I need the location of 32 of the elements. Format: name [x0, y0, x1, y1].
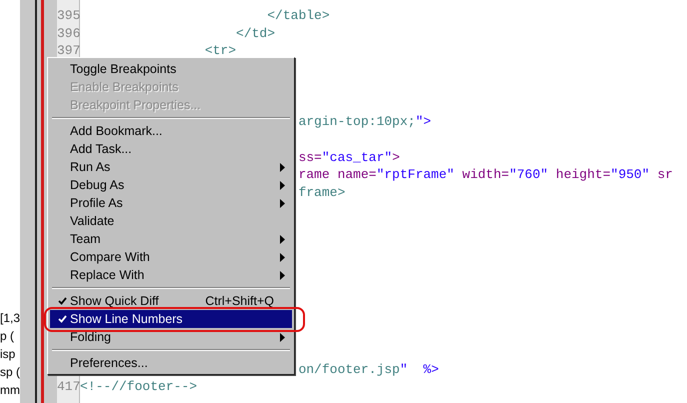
menu-item[interactable]: Preferences...	[50, 354, 292, 372]
menu-item[interactable]: Show Line Numbers	[50, 310, 292, 328]
menu-item[interactable]: Add Task...	[50, 140, 292, 158]
menu-item[interactable]: Profile As	[50, 194, 292, 212]
code-line: </table>	[267, 7, 330, 25]
menu-item[interactable]: Show Quick Diff Ctrl+Shift+Q	[50, 292, 292, 310]
line-number: 417	[57, 378, 80, 396]
menu-item[interactable]: Validate	[50, 212, 292, 230]
code-line: frame>	[298, 184, 346, 202]
line-number: 397	[57, 42, 80, 60]
panel-text: mm	[0, 382, 20, 399]
line-number: 396	[57, 24, 80, 42]
panel-text: p (	[0, 328, 16, 345]
panel-text: sp (	[0, 364, 20, 381]
menu-item[interactable]: Replace With	[50, 266, 292, 284]
code-line: <tr>	[204, 42, 236, 60]
code-line: rame name="rptFrame" width="760" height="950" sr	[298, 166, 673, 184]
code-line: argin-top:10px;">	[298, 113, 432, 131]
code-line: ss="cas_tar">	[298, 148, 400, 166]
menu-item[interactable]: Compare With	[50, 248, 292, 266]
menu-item[interactable]: Add Bookmark...	[50, 122, 292, 140]
line-number: 395	[57, 7, 80, 25]
panel-text: isp	[0, 346, 16, 363]
code-line: </td>	[236, 24, 276, 42]
menu-item[interactable]: Debug As	[50, 176, 292, 194]
menu-item[interactable]: Team	[50, 230, 292, 248]
menu-item[interactable]: Run As	[50, 158, 292, 176]
panel-text: [1,3	[0, 310, 20, 327]
menu-item[interactable]: Folding	[50, 328, 292, 346]
menu-item[interactable]: Toggle Breakpoints	[50, 60, 292, 78]
code-line: on/footer.jsp" %>	[298, 360, 439, 378]
code-line: <!--//footer-->	[80, 378, 198, 396]
